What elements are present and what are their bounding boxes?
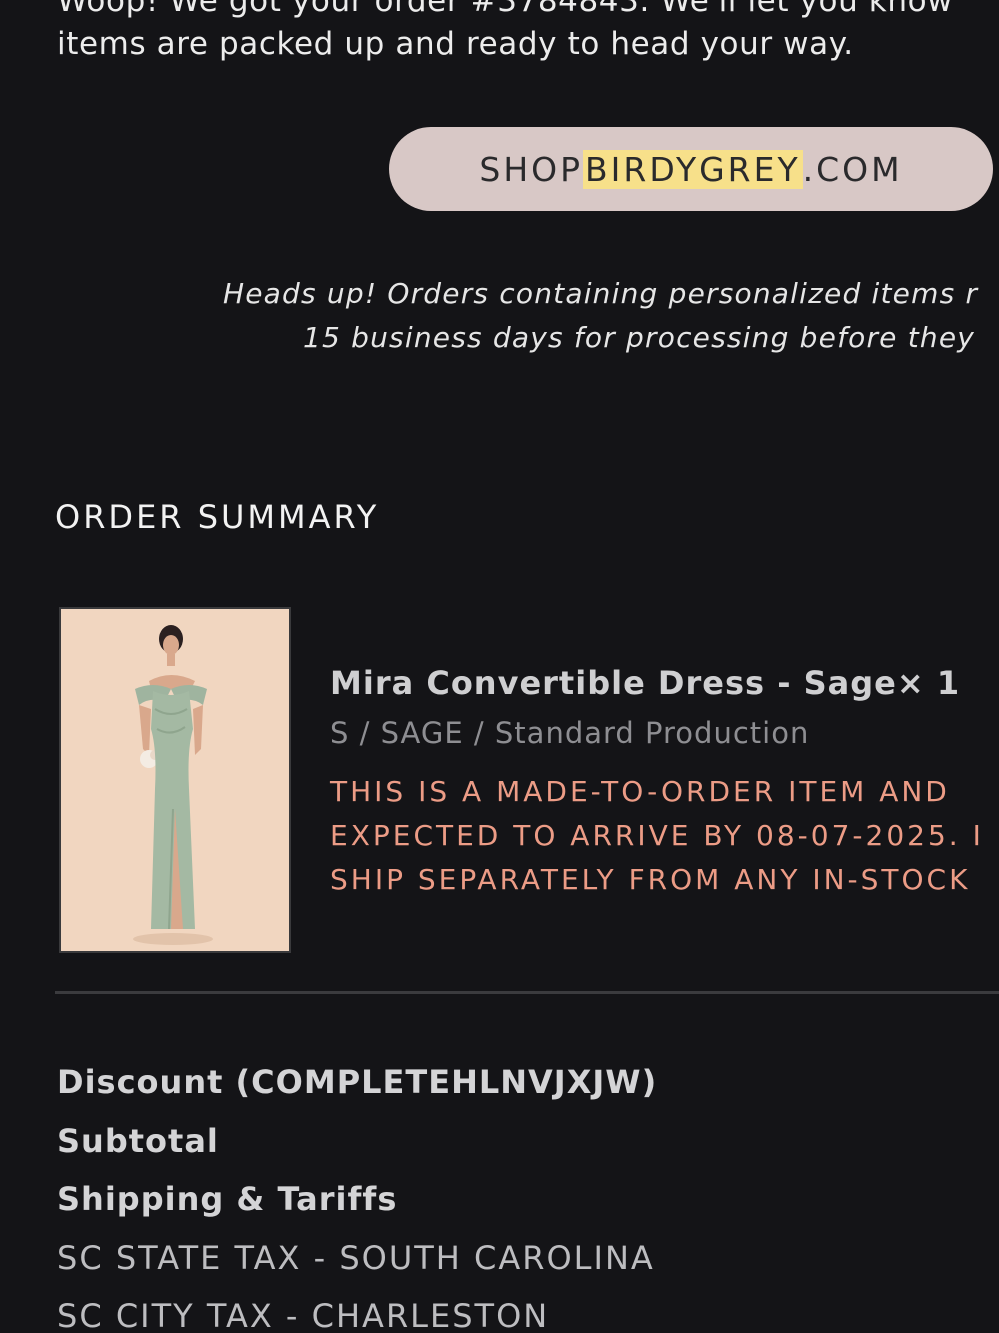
shop-button-suffix: .COM xyxy=(802,149,903,189)
shop-birdygrey-button[interactable]: SHOP BIRDYGREY .COM xyxy=(389,127,993,211)
order-summary-title: ORDER SUMMARY xyxy=(55,498,380,536)
made-to-order-note: THIS IS A MADE-TO-ORDER ITEM AND EXPECTE… xyxy=(330,770,984,902)
order-intro-text: Woop! We got your order #3784843. We'll … xyxy=(57,0,999,66)
intro-line-2: items are packed up and ready to head yo… xyxy=(57,26,854,62)
email-page: Woop! We got your order #3784843. We'll … xyxy=(0,0,999,1333)
personalized-notice: Heads up! Orders containing personalized… xyxy=(223,272,999,360)
shop-button-highlight: BIRDYGREY xyxy=(583,149,803,189)
shipping-label: Shipping & Tariffs xyxy=(57,1180,398,1218)
state-tax-label: SC STATE TAX - SOUTH CAROLINA xyxy=(57,1238,655,1277)
dress-model-illustration xyxy=(61,609,289,951)
notice-line-2: 15 business days for processing before t… xyxy=(303,321,976,354)
item-quantity: × 1 xyxy=(896,664,961,702)
item-name[interactable]: Mira Convertible Dress - Sage× 1 xyxy=(330,664,960,702)
discount-label: Discount (COMPLETEHLNVJXJW) xyxy=(57,1063,658,1101)
note-line-1: THIS IS A MADE-TO-ORDER ITEM AND xyxy=(330,775,950,808)
totals-list: Discount (COMPLETEHLNVJXJW) Subtotal Shi… xyxy=(57,1053,657,1333)
city-tax-label: SC CITY TAX - CHARLESTON xyxy=(57,1297,550,1333)
item-variant: S / SAGE / Standard Production xyxy=(330,716,810,750)
note-line-3: SHIP SEPARATELY FROM ANY IN-STOCK xyxy=(330,863,971,896)
intro-line-1: Woop! We got your order #3784843. We'll … xyxy=(57,0,954,19)
subtotal-label: Subtotal xyxy=(57,1121,219,1160)
summary-divider xyxy=(55,991,999,994)
note-line-2: EXPECTED TO ARRIVE BY 08-07-2025. I xyxy=(330,819,984,852)
notice-line-1: Heads up! Orders containing personalized… xyxy=(223,277,979,310)
shop-button-prefix: SHOP xyxy=(479,149,584,189)
product-image[interactable] xyxy=(59,607,291,953)
item-name-text: Mira Convertible Dress - Sage xyxy=(330,664,897,702)
